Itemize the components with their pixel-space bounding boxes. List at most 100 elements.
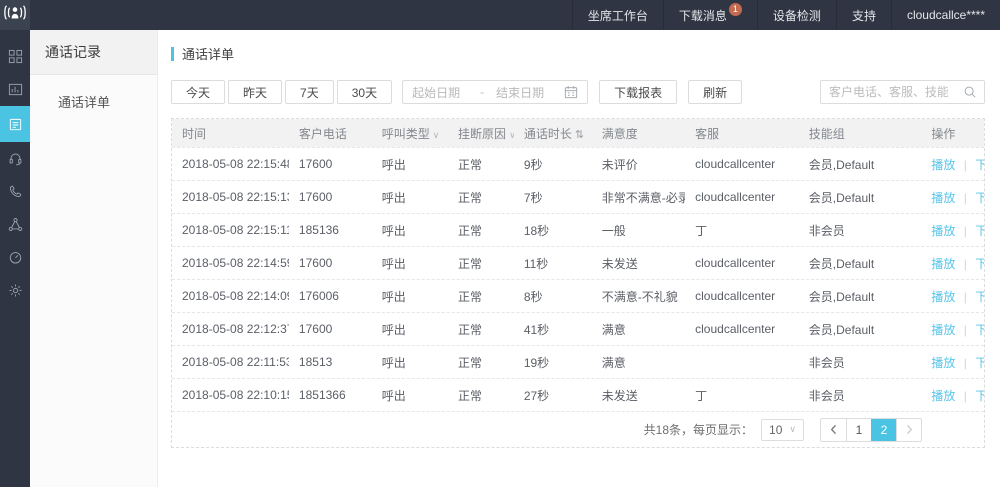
col-header-duration[interactable]: 通话时长⇅ [514,125,592,142]
app-logo[interactable] [0,0,30,30]
topnav: 坐席工作台 下载消息 1 设备检测 支持 cloudcallce**** [572,0,1000,30]
cell-agent: 丁 [685,222,799,239]
next-page-button[interactable] [896,419,921,441]
prev-page-button[interactable] [821,419,846,441]
page-2-button[interactable]: 2 [871,419,896,441]
cell-skill-group: 会员,Default [799,156,922,173]
operation-separator: | [964,389,967,403]
cell-customer-phone: 185136 [289,223,372,237]
cell-duration: 11秒 [514,255,592,272]
cell-customer-phone: 17600 [289,190,372,204]
topnav-support-label: 支持 [852,7,876,24]
cell-time: 2018-05-08 22:10:15 [172,388,289,402]
sidebar-item-call-detail[interactable]: 通话详单 [30,75,157,111]
topnav-agent-workbench-label: 坐席工作台 [588,7,648,24]
table-row: 2018-05-08 22:15:11 185136 呼出 正常 18秒 一般 … [172,213,984,246]
sidebar-item-monitor[interactable] [0,241,30,274]
cell-agent: cloudcallcenter [685,190,799,204]
duration-sort-icon[interactable]: ⇅ [575,129,584,141]
sidebar-item-settings[interactable] [0,274,30,307]
cell-time: 2018-05-08 22:14:09 [172,289,289,303]
play-recording-link[interactable]: 播放 [931,389,955,403]
table-row: 2018-05-08 22:14:09 176006 呼出 正常 8秒 不满意-… [172,279,984,312]
download-recording-link[interactable]: 下载 [975,158,984,172]
download-report-button[interactable]: 下载报表 [599,80,677,104]
call-records-list-icon [8,117,23,132]
cell-satisfaction: 一般 [592,222,685,239]
cell-skill-group: 非会员 [799,387,922,404]
phone-icon [8,184,23,199]
col-header-satisfaction: 满意度 [592,125,685,142]
quick-range-yesterday-button[interactable]: 昨天 [228,80,282,104]
sidebar-item-phone[interactable] [0,175,30,208]
sidebar-item-call-records[interactable] [0,106,30,142]
table-body: 2018-05-08 22:15:48 17600 呼出 正常 9秒 未评价 c… [172,147,984,411]
search-input[interactable] [821,85,956,99]
sidebar-item-org[interactable] [0,208,30,241]
play-recording-link[interactable]: 播放 [931,224,955,238]
topnav-support[interactable]: 支持 [836,0,891,30]
topnav-download-messages-label: 下载消息 [679,7,727,24]
cell-agent: cloudcallcenter [685,256,799,270]
end-date-input[interactable]: 结束日期 [496,84,552,101]
sidebar-item-reports[interactable] [0,73,30,106]
cell-operations: 播放 | 下载 [921,321,984,338]
cell-operations: 播放 | 下载 [921,387,984,404]
topnav-download-messages[interactable]: 下载消息 1 [663,0,757,30]
headset-icon [8,151,23,166]
page-title-text: 通话详单 [182,44,234,63]
play-recording-link[interactable]: 播放 [931,290,955,304]
topnav-account[interactable]: cloudcallce**** [891,0,1000,30]
download-recording-link[interactable]: 下载 [975,290,984,304]
page-1-button[interactable]: 1 [846,419,871,441]
sidebar-item-agent-service[interactable] [0,142,30,175]
cell-hangup-reason: 正常 [448,321,514,338]
calendar-icon[interactable] [564,85,578,99]
cell-duration: 7秒 [514,189,592,206]
quick-range-today-button[interactable]: 今天 [171,80,225,104]
cell-hangup-reason: 正常 [448,255,514,272]
call-type-filter-caret-icon[interactable]: ∨ [433,130,440,140]
download-recording-link[interactable]: 下载 [975,323,984,337]
download-recording-link[interactable]: 下载 [975,356,984,370]
cell-agent: cloudcallcenter [685,157,799,171]
quick-range-30days-button[interactable]: 30天 [337,80,392,104]
cell-duration: 19秒 [514,354,592,371]
col-header-customer-phone: 客户电话 [289,125,372,142]
cell-call-type: 呼出 [372,222,448,239]
cell-satisfaction: 不满意-不礼貌 [592,288,685,305]
play-recording-link[interactable]: 播放 [931,323,955,337]
download-recording-link[interactable]: 下载 [975,389,984,403]
play-recording-link[interactable]: 播放 [931,356,955,370]
cell-hangup-reason: 正常 [448,387,514,404]
pagination-bar: 共18条， 每页显示： 10 ∨ 1 2 [172,411,984,447]
refresh-button[interactable]: 刷新 [688,80,742,104]
download-recording-link[interactable]: 下载 [975,257,984,271]
date-range-picker[interactable]: 起始日期 - 结束日期 [402,80,588,104]
sidebar-item-dashboard[interactable] [0,40,30,73]
table-row: 2018-05-08 22:10:15 1851366 呼出 正常 27秒 未发… [172,378,984,411]
col-header-agent: 客服 [685,125,799,142]
search-icon[interactable] [956,81,984,103]
topbar: 坐席工作台 下载消息 1 设备检测 支持 cloudcallce**** [0,0,1000,30]
start-date-input[interactable]: 起始日期 [412,84,468,101]
topnav-agent-workbench[interactable]: 坐席工作台 [572,0,663,30]
play-recording-link[interactable]: 播放 [931,158,955,172]
main-content: 通话详单 今天 昨天 7天 30天 起始日期 - 结束日期 下载报表 刷新 [158,30,1000,487]
cell-customer-phone: 17600 [289,157,372,171]
cell-customer-phone: 17600 [289,322,372,336]
per-page-select[interactable]: 10 ∨ [761,419,804,441]
play-recording-link[interactable]: 播放 [931,191,955,205]
play-recording-link[interactable]: 播放 [931,257,955,271]
download-recording-link[interactable]: 下载 [975,224,984,238]
operation-separator: | [964,356,967,370]
operation-separator: | [964,290,967,304]
cell-skill-group: 会员,Default [799,321,922,338]
search-box[interactable] [820,80,985,104]
cell-hangup-reason: 正常 [448,156,514,173]
cloudcallcenter-logo-icon [3,4,27,26]
cell-agent: cloudcallcenter [685,322,799,336]
topnav-device-check[interactable]: 设备检测 [757,0,836,30]
quick-range-7days-button[interactable]: 7天 [285,80,334,104]
download-recording-link[interactable]: 下载 [975,191,984,205]
